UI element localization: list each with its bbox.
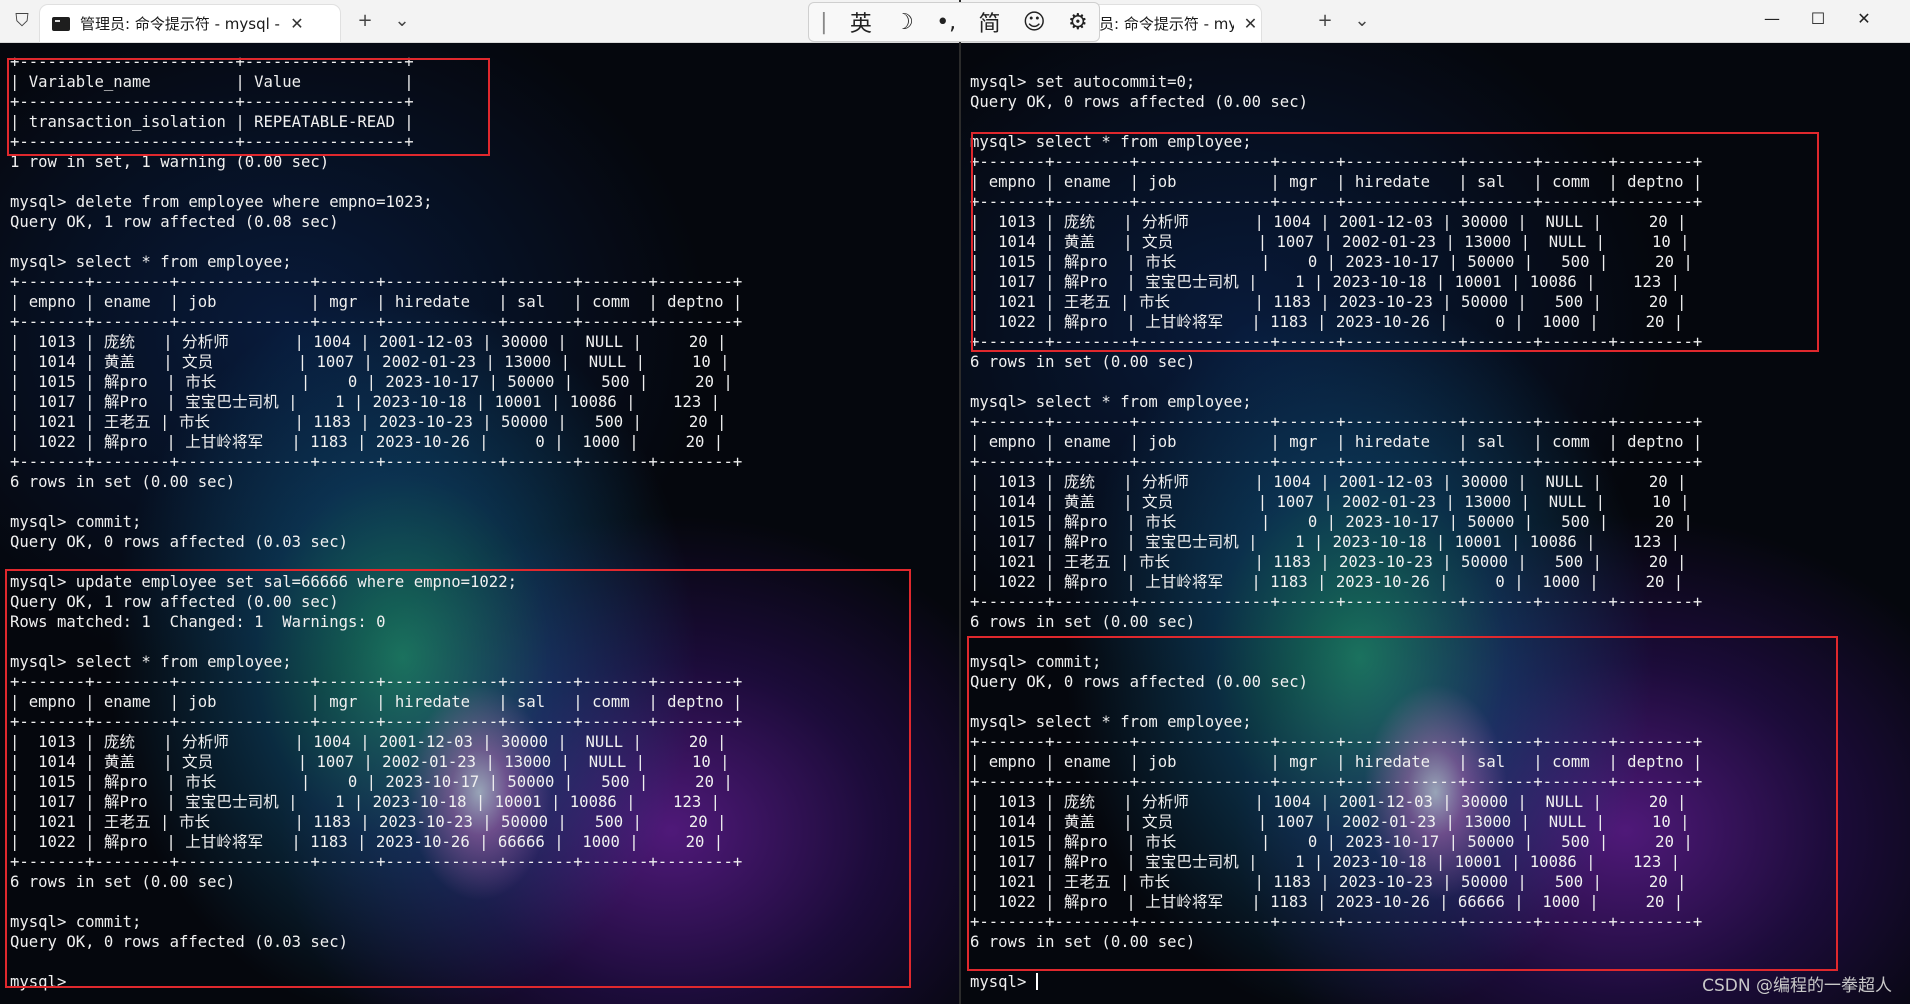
right-tab-bar: 员: 命令提示符 - mysql -u ✕ + ⌄ — ☐ ✕ xyxy=(961,0,1910,43)
highlight-box-isolation xyxy=(7,58,490,156)
terminal-line: +-------+--------+--------------+------+… xyxy=(10,453,743,471)
minimize-button[interactable]: — xyxy=(1749,4,1795,34)
terminal-line: mysql> set autocommit=0; xyxy=(970,73,1196,91)
ime-drag-handle[interactable]: | xyxy=(820,10,827,35)
terminal-line: | empno | ename | job | mgr | hiredate |… xyxy=(970,433,1703,451)
terminal-line: | 1014 | 黄盖 | 文员 | 1007 | 2002-01-23 | 1… xyxy=(10,353,730,371)
punctuation-icon[interactable]: •, xyxy=(936,10,956,35)
emoji-icon[interactable]: ☺ xyxy=(1023,10,1046,35)
moon-icon[interactable]: ☽ xyxy=(894,10,914,35)
terminal-line: | 1013 | 庞统 | 分析师 | 1004 | 2001-12-03 | … xyxy=(970,473,1687,491)
watermark: CSDN @编程的一拳超人 xyxy=(1702,976,1892,996)
terminal-line: | 1021 | 王老五 | 市长 | 1183 | 2023-10-23 | … xyxy=(10,413,727,431)
ime-language-toggle[interactable]: 英 xyxy=(850,6,872,38)
terminal-line: 6 rows in set (0.00 sec) xyxy=(10,473,236,491)
terminal-line: mysql> delete from employee where empno=… xyxy=(10,193,433,211)
tab-title: 管理员: 命令提示符 - mysql -u xyxy=(80,15,280,33)
new-tab-button[interactable]: + xyxy=(351,8,379,34)
close-tab-icon[interactable]: ✕ xyxy=(1240,14,1261,33)
settings-icon[interactable]: ⚙ xyxy=(1068,10,1088,35)
window-close-button[interactable]: ✕ xyxy=(1841,4,1887,34)
terminal-line: | 1013 | 庞统 | 分析师 | 1004 | 2001-12-03 | … xyxy=(10,333,727,351)
right-terminal-pane: 员: 命令提示符 - mysql -u ✕ + ⌄ — ☐ ✕ mysql> s… xyxy=(961,0,1910,1004)
maximize-button[interactable]: ☐ xyxy=(1795,4,1841,34)
text-cursor xyxy=(1035,973,1038,990)
tab-title: 员: 命令提示符 - mysql -u xyxy=(1099,15,1234,33)
terminal-line: +-------+--------+--------------+------+… xyxy=(10,273,743,291)
terminal-icon xyxy=(52,16,70,31)
terminal-line: Query OK, 0 rows affected (0.00 sec) xyxy=(970,93,1308,111)
shield-icon: ⛉ xyxy=(15,10,29,31)
terminal-line: | 1015 | 解pro | 市长 | 0 | 2023-10-17 | 50… xyxy=(10,373,733,391)
terminal-line: mysql> commit; xyxy=(10,513,142,531)
terminal-line: | 1015 | 解pro | 市长 | 0 | 2023-10-17 | 50… xyxy=(970,513,1693,531)
terminal-line: mysql> select * from employee; xyxy=(970,393,1252,411)
terminal-line: +-------+--------+--------------+------+… xyxy=(970,413,1703,431)
terminal-line: | 1017 | 解Pro | 宝宝巴士司机 | 1 | 2023-10-18 … xyxy=(970,533,1681,551)
terminal-line: mysql> select * from employee; xyxy=(10,253,292,271)
terminal-line: | empno | ename | job | mgr | hiredate |… xyxy=(10,293,743,311)
terminal-line: | 1022 | 解pro | 上甘岭将军 | 1183 | 2023-10-2… xyxy=(970,573,1684,591)
terminal-line: 6 rows in set (0.00 sec) xyxy=(970,353,1196,371)
terminal-line: Query OK, 1 row affected (0.08 sec) xyxy=(10,213,339,231)
highlight-box-first-select xyxy=(971,132,1819,352)
terminal-line: mysql> xyxy=(970,973,1038,991)
tab-dropdown-button[interactable]: ⌄ xyxy=(1348,8,1376,34)
terminal-line: Query OK, 0 rows affected (0.03 sec) xyxy=(10,533,348,551)
left-terminal-pane: ⛉ 管理员: 命令提示符 - mysql -u ✕ + ⌄ +---------… xyxy=(0,0,959,1004)
right-terminal-tab[interactable]: 员: 命令提示符 - mysql -u ✕ xyxy=(1091,5,1261,42)
terminal-line: | 1021 | 王老五 | 市长 | 1183 | 2023-10-23 | … xyxy=(970,553,1687,571)
left-terminal-tab[interactable]: 管理员: 命令提示符 - mysql -u ✕ xyxy=(40,5,340,42)
terminal-line: | 1014 | 黄盖 | 文员 | 1007 | 2002-01-23 | 1… xyxy=(970,493,1690,511)
new-tab-button[interactable]: + xyxy=(1311,8,1339,34)
tab-dropdown-button[interactable]: ⌄ xyxy=(388,8,416,34)
close-tab-icon[interactable]: ✕ xyxy=(286,14,308,33)
highlight-box-commit-select xyxy=(967,636,1838,971)
terminal-line: +-------+--------+--------------+------+… xyxy=(970,593,1703,611)
terminal-line: | 1017 | 解Pro | 宝宝巴士司机 | 1 | 2023-10-18 … xyxy=(10,393,721,411)
terminal-line: | 1022 | 解pro | 上甘岭将军 | 1183 | 2023-10-2… xyxy=(10,433,724,451)
highlight-box-update xyxy=(5,569,911,988)
ime-toolbar: | 英 ☽ •, 简 ☺ ⚙ xyxy=(808,2,1100,42)
terminal-line: +-------+--------+--------------+------+… xyxy=(970,453,1703,471)
terminal-line: +-------+--------+--------------+------+… xyxy=(10,313,743,331)
ime-simplified-toggle[interactable]: 简 xyxy=(978,6,1000,38)
terminal-line: 6 rows in set (0.00 sec) xyxy=(970,613,1196,631)
